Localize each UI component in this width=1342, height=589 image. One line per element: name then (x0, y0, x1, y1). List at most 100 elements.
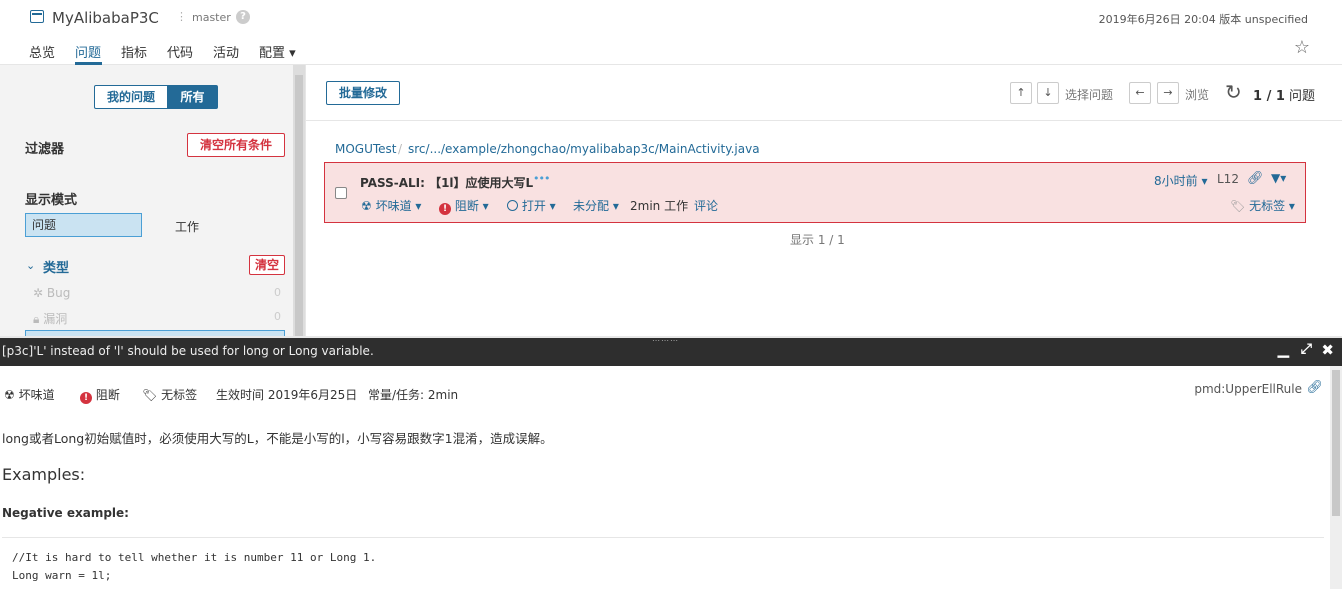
issue-age-label: 8小时前 (1154, 174, 1198, 188)
tags-icon: 🏷︎ (142, 388, 158, 402)
tab-issues[interactable]: 问题 (75, 42, 101, 61)
negative-example-heading: Negative example: (2, 506, 129, 520)
rule-description: long或者Long初始赋值时，必须使用大写的L，不能是小写的l，小写容易跟数字… (2, 431, 553, 446)
breadcrumb-file-path[interactable]: src/.../example/zhongchao/myalibabap3c/M… (408, 142, 760, 156)
issue-tags-label: 无标签 (1249, 199, 1286, 213)
blocker-icon: ! (439, 203, 451, 215)
rule-constant-effort: 常量/任务: 2min (368, 388, 459, 402)
rule-type: ☢ 坏味道 (4, 386, 55, 403)
tab-measures[interactable]: 指标 (121, 42, 147, 61)
maximize-icon[interactable]: ⤢ (1301, 341, 1312, 357)
issue-assignee-label: 未分配 (573, 199, 610, 213)
rule-tags: 🏷︎ 无标签 (142, 386, 197, 403)
bulk-change-button[interactable]: 批量修改 (326, 81, 400, 105)
breadcrumb-project[interactable]: MOGUTest (335, 142, 397, 156)
clear-all-filters-button[interactable]: 清空所有条件 (187, 133, 285, 157)
help-icon[interactable]: ? (236, 10, 250, 24)
issue-status-label: 打开 (521, 199, 546, 213)
showing-count: 显示 1 / 1 (790, 233, 845, 247)
issue-type-label: 坏味道 (375, 199, 412, 213)
breadcrumb-separator: / (398, 142, 403, 156)
display-mode-effort[interactable]: 工作 (175, 218, 199, 235)
browse-left-key[interactable]: ← (1129, 82, 1151, 104)
sidebar-scrollbar-thumb[interactable] (295, 75, 303, 336)
issue-line: L12 (1217, 172, 1239, 186)
select-issues-hint: 选择问题 (1065, 88, 1114, 102)
issue-assignee[interactable]: 未分配 ▾ (573, 197, 619, 214)
reload-icon[interactable]: ↻ (1225, 80, 1242, 104)
issue-comment-link[interactable]: 评论 (694, 197, 718, 214)
toolbar-divider (306, 120, 1342, 121)
rule-detail-titlebar: ⋯⋯⋯ [p3c]'L' instead of 'l' should be us… (0, 336, 1342, 366)
my-issues-toggle[interactable]: 我的问题 (94, 85, 168, 109)
issue-count-label: 问题 (1289, 89, 1316, 104)
issue-severity-label: 阻断 (454, 199, 479, 213)
issue-status[interactable]: 打开 ▾ (507, 197, 556, 214)
detail-scrollbar-thumb[interactable] (1332, 370, 1340, 516)
issue-count: 1 / 1 问题 (1253, 85, 1315, 104)
rule-effective-date: 生效时间 2019年6月25日 (216, 388, 358, 402)
examples-heading: Examples: (2, 465, 86, 484)
browse-right-key[interactable]: → (1157, 82, 1179, 104)
tags-icon: 🏷︎ (1230, 199, 1246, 213)
rule-type-label: 坏味道 (18, 388, 55, 402)
display-mode-heading: 显示模式 (25, 193, 78, 208)
branch-icon: ⋮ (176, 10, 187, 23)
issue-type[interactable]: ☢ 坏味道 ▾ (361, 197, 421, 214)
favorite-star-icon[interactable]: ☆ (1294, 37, 1310, 58)
rule-tags-label: 无标签 (161, 388, 198, 402)
display-mode-issues[interactable]: 问题 (25, 213, 142, 237)
rule-severity: ! 阻断 (80, 386, 120, 404)
resize-grip-icon[interactable]: ⋯⋯⋯ (652, 336, 679, 345)
rule-detail-title: [p3c]'L' instead of 'l' should be used f… (2, 344, 374, 358)
issue-message[interactable]: PASS-ALI: 【1l】应使用大写L (360, 174, 533, 191)
facet-bug-label: Bug (46, 286, 71, 300)
project-icon (30, 10, 44, 23)
permalink-icon[interactable]: 🔗︎ (1247, 171, 1264, 186)
browse-hint: 浏览 (1185, 88, 1210, 102)
facet-bug-count: 0 (274, 286, 281, 299)
issue-checkbox[interactable] (335, 187, 347, 199)
facet-vulnerability[interactable]: 🔒︎ 漏洞 (33, 310, 67, 327)
tab-code[interactable]: 代码 (167, 42, 193, 61)
issue-card[interactable]: PASS-ALI: 【1l】应使用大写L ••• ☢ 坏味道 ▾ ! 阻断 ▾ … (324, 162, 1306, 223)
issue-count-value: 1 / 1 (1253, 89, 1285, 104)
filters-heading: 过滤器 (25, 142, 65, 157)
tab-activity[interactable]: 活动 (213, 42, 239, 61)
select-down-key[interactable]: ↓ (1037, 82, 1059, 104)
select-up-key[interactable]: ↑ (1010, 82, 1032, 104)
project-title[interactable]: MyAlibabaP3C (52, 9, 159, 27)
filter-icon[interactable]: ▼▾ (1271, 171, 1286, 185)
bug-icon: ✲ (33, 286, 44, 300)
clear-type-button[interactable]: 清空 (249, 255, 285, 275)
filters-sidebar: 我的问题 所有 过滤器 清空所有条件 显示模式 问题 工作 ⌄ 类型 清空 ✲ … (0, 65, 306, 336)
minimize-icon[interactable]: ▁ (1277, 340, 1289, 358)
rule-severity-label: 阻断 (95, 388, 120, 402)
rule-key: pmd:UpperEllRule (1194, 382, 1302, 396)
code-divider (2, 537, 1324, 538)
facet-vulnerability-count: 0 (274, 310, 281, 323)
facet-bug[interactable]: ✲ Bug (33, 286, 70, 300)
blocker-icon: ! (80, 392, 92, 404)
tab-overview[interactable]: 总览 (29, 42, 55, 61)
issue-effort: 2min 工作 (630, 199, 689, 213)
branch-name: master (192, 11, 231, 24)
chevron-down-icon[interactable]: ⌄ (26, 259, 35, 272)
tab-configuration[interactable]: 配置 ▾ (259, 42, 296, 61)
issue-severity[interactable]: ! 阻断 ▾ (439, 197, 489, 215)
all-issues-toggle[interactable]: 所有 (167, 85, 218, 109)
rule-permalink-icon[interactable]: 🔗︎ (1306, 380, 1323, 395)
more-icon[interactable]: ••• (533, 172, 550, 185)
issues-main-panel: 批量修改 ↑ ↓ 选择问题 ← → 浏览 ↻ 1 / 1 问题 MOGUTest… (306, 65, 1342, 336)
lock-icon: 🔒︎ (33, 312, 40, 326)
facet-vulnerability-label: 漏洞 (43, 312, 68, 326)
issue-age[interactable]: 8小时前 ▾ (1154, 172, 1207, 189)
code-smell-icon: ☢ (4, 388, 15, 402)
type-facet-heading[interactable]: 类型 (43, 257, 69, 276)
close-icon[interactable]: ✖ (1321, 341, 1334, 359)
rule-detail-panel: ☢ 坏味道 ! 阻断 🏷︎ 无标签 生效时间 2019年6月25日 常量/任务:… (0, 366, 1342, 589)
code-smell-icon: ☢ (361, 199, 372, 213)
issue-tags[interactable]: 🏷︎ 无标签 ▾ (1230, 197, 1295, 214)
open-status-icon (507, 200, 518, 211)
top-header: MyAlibabaP3C ⋮ master ? 2019年6月26日 20:04… (0, 0, 1342, 65)
